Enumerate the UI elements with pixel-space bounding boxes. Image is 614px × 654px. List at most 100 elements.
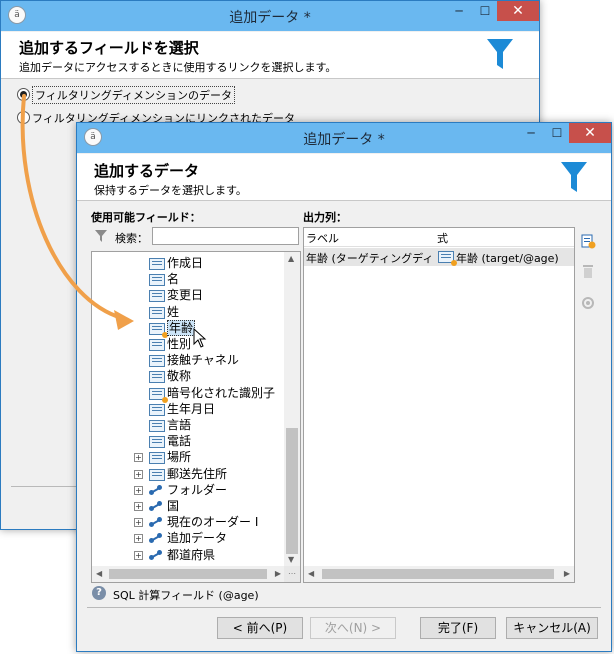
tree-item-label: 名 [167,272,180,287]
add-field-icon[interactable] [580,233,596,249]
tree-item[interactable]: 言語 [92,417,282,433]
link-icon [149,550,163,560]
scroll-up-arrow-icon[interactable]: ▲ [288,254,294,263]
close-button[interactable]: ✕ [497,1,539,21]
tree-item-label: 暗号化された識別子 [167,385,276,400]
maximize-button[interactable]: ☐ [545,123,569,143]
tree-item[interactable]: 作成日 [92,255,282,271]
delete-trash-icon[interactable] [580,263,596,279]
expand-plus-icon[interactable]: + [134,518,143,528]
mouse-cursor-icon [193,328,207,348]
tree-item-label: 姓 [167,304,180,319]
tree-horizontal-scrollbar[interactable]: ◀ ▶ [92,566,284,582]
tree-item[interactable]: 電話 [92,433,282,449]
tree-item[interactable]: + フォルダー [92,482,282,498]
field-icon [149,436,165,449]
expand-plus-icon[interactable]: + [134,550,143,560]
close-button[interactable]: ✕ [569,123,611,143]
tree-item[interactable]: 暗号化された識別子 [92,385,282,403]
horizontal-scroll-thumb[interactable] [109,569,267,579]
compute-field-icon[interactable] [580,295,596,311]
output-row-expression: 年齢 (target/@age) [456,252,559,265]
back-window-header: 追加するフィールドを選択 追加データにアクセスするときに使用するリンクを選択しま… [1,32,539,78]
search-label: 検索： [115,232,148,245]
column-header-label[interactable]: ラベル [306,230,339,246]
back-window-heading: 追加するフィールドを選択 [19,39,199,57]
output-table-header: ラベル 式 [304,228,574,247]
minimize-button[interactable]: ─ [445,1,473,21]
field-icon [149,420,165,432]
tree-item[interactable]: 性別 [92,336,282,352]
tree-item[interactable]: + 現在のオーダー I [92,514,282,530]
expand-plus-icon[interactable]: + [134,485,143,495]
tree-item[interactable]: + 場所 [92,449,282,465]
tree-item-label: 変更日 [167,288,204,303]
expand-plus-icon[interactable]: + [134,469,143,479]
tree-item[interactable]: 名 [92,271,282,287]
filter-funnel-icon [561,162,587,192]
radio-filtering-dimension-data[interactable] [17,88,30,101]
header-divider [1,78,539,79]
vertical-scroll-thumb[interactable] [286,428,298,554]
tree-item[interactable]: + 追加データ [92,530,282,546]
minimize-button[interactable]: ─ [517,123,545,143]
link-icon [149,501,163,511]
horizontal-scroll-thumb[interactable] [322,569,554,579]
calculated-field-icon [149,387,168,403]
tree-item[interactable]: + 都道府県 [92,547,282,563]
scroll-left-arrow-icon[interactable]: ◀ [96,569,102,578]
available-fields-label: 使用可能フィールド： [91,211,201,224]
calculated-field-icon [149,322,168,338]
tree-item-label: 敬称 [167,369,192,384]
filter-icon[interactable] [95,230,107,242]
output-columns-table[interactable]: ラベル 式 年齢 (ターゲティングディ... 年齢 (target/@age) … [303,227,575,583]
tree-item[interactable]: 敬称 [92,368,282,384]
back-window-subheading: 追加データにアクセスするときに使用するリンクを選択します。 [19,61,337,74]
radio-linked-data[interactable] [17,111,30,124]
tree-item-label: 接触チャネル [167,353,239,368]
output-horizontal-scrollbar[interactable]: ◀ ▶ [304,566,574,582]
tree-item-label: 郵送先住所 [167,466,228,481]
header-divider [77,200,611,201]
help-question-icon: ? [92,586,106,600]
expand-plus-icon[interactable]: + [134,534,143,544]
field-icon [149,355,165,368]
footer-divider [87,607,601,608]
scroll-left-arrow-icon[interactable]: ◀ [308,569,314,578]
expand-plus-icon[interactable]: + [134,502,143,511]
expand-plus-icon[interactable]: + [134,453,143,463]
tree-item[interactable]: 変更日 [92,287,282,303]
back-window-titlebar[interactable]: ä 追加データ * ─ ☐ ✕ [1,1,539,31]
scroll-right-arrow-icon[interactable]: ▶ [564,569,570,578]
scroll-right-arrow-icon[interactable]: ▶ [275,569,281,578]
next-button[interactable]: 次へ(N) > [310,617,396,639]
tree-item[interactable]: 姓 [92,304,282,320]
tree-item-label: 言語 [167,418,192,432]
tree-vertical-scrollbar[interactable]: ▲ ▼ [284,252,300,566]
link-icon [149,517,163,528]
field-icon [149,258,165,270]
scroll-corner-grip-icon: ⋯ [284,566,300,582]
tree-item[interactable]: + 郵送先住所 [92,466,282,482]
front-window-header: 追加するデータ 保持するデータを選択します。 [77,154,611,200]
cancel-button[interactable]: キャンセル(A) [506,617,598,639]
scroll-down-arrow-icon[interactable]: ▼ [288,555,294,564]
tree-item-label: 都道府県 [167,547,216,562]
tree-item[interactable]: 接触チャネル [92,352,282,368]
column-header-expression[interactable]: 式 [437,230,448,246]
tree-item-label: 作成日 [167,256,204,270]
maximize-button[interactable]: ☐ [473,1,497,21]
option-label-filtering-dimension-data[interactable]: フィルタリングディメンションのデータ [32,86,236,104]
field-icon [149,371,165,384]
tree-item-label: 場所 [167,450,192,465]
search-input[interactable] [152,227,299,245]
tree-item[interactable]: 年齢 [92,319,282,338]
tree-item[interactable]: + 国 [92,498,282,514]
back-button[interactable]: < 前へ(P) [217,617,303,639]
finish-button[interactable]: 完了(F) [420,617,496,639]
available-fields-tree[interactable]: 作成日名変更日姓年齢 性別 接触チャネル 敬称 暗号化された識別子 生年月日 言語 電話 + 場所… [91,251,301,583]
link-icon [149,485,163,495]
table-row[interactable]: 年齢 (ターゲティングディ... 年齢 (target/@age) [304,248,574,266]
tree-item[interactable]: 生年月日 [92,401,282,417]
front-window-titlebar[interactable]: ä 追加データ * ─ ☐ ✕ [77,123,611,153]
